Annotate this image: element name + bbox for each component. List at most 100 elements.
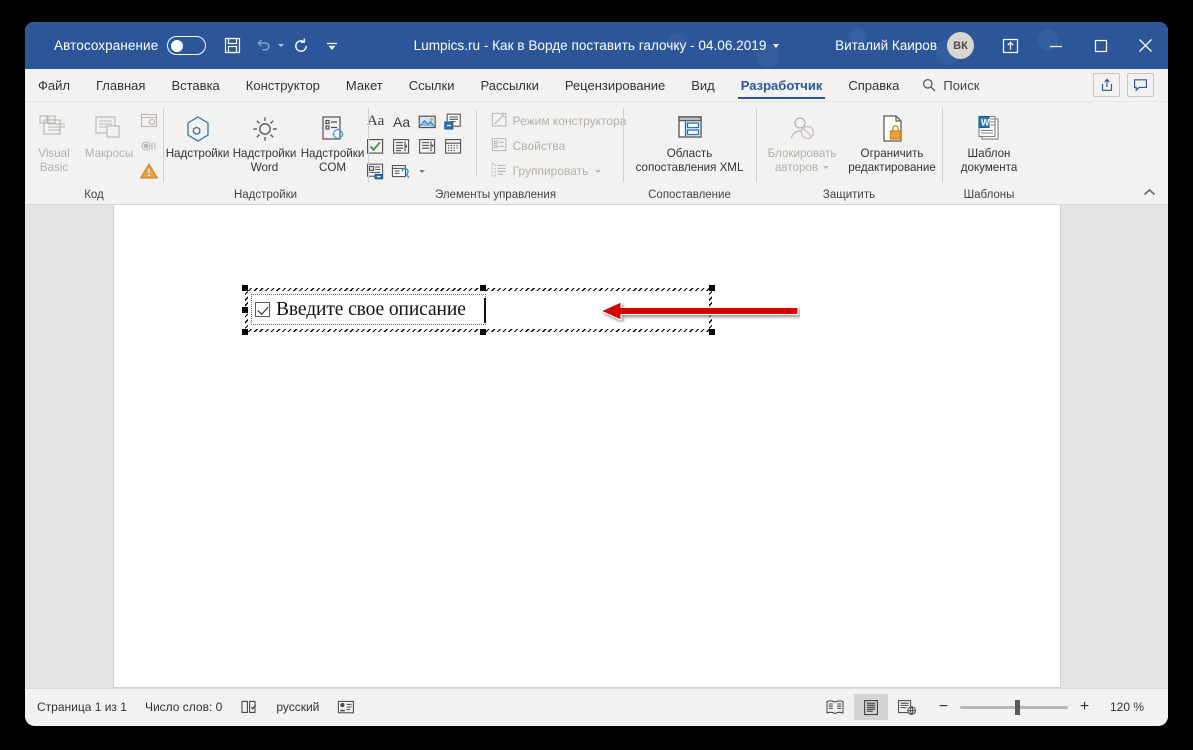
check-box-content-control-icon[interactable] (365, 136, 387, 157)
picture-content-control-icon[interactable] (417, 111, 439, 132)
design-mode-button[interactable]: Режим конструктора (488, 110, 630, 132)
tab-help[interactable]: Справка (835, 69, 912, 101)
legacy-tools-caret[interactable] (418, 170, 425, 173)
handle-top-right[interactable] (709, 285, 715, 291)
tab-references[interactable]: Ссылки (396, 69, 468, 101)
group-button[interactable]: Группировать (488, 160, 630, 182)
properties-button[interactable]: Свойства (488, 135, 630, 157)
collapse-ribbon-icon[interactable] (1140, 184, 1158, 200)
document-title: Lumpics.ru - Как в Ворде поставить галоч… (413, 38, 767, 53)
tab-layout[interactable]: Макет (333, 69, 396, 101)
search-label: Поиск (943, 77, 980, 93)
handle-top-left[interactable] (242, 285, 248, 291)
undo-control[interactable] (249, 32, 285, 60)
com-add-ins-icon (318, 111, 348, 147)
ribbon-group-code: Visual Basic Макросы Код (25, 102, 163, 204)
check-box-content-control[interactable] (255, 302, 270, 317)
red-arrow-annotation (599, 300, 800, 327)
word-count[interactable]: Число слов: 0 (145, 700, 222, 714)
document-template-label-line1: Шаблон (967, 147, 1011, 160)
word-add-ins-label-line1: Надстройки (232, 147, 297, 160)
maximize-icon[interactable] (1078, 22, 1123, 69)
plain-text-content-control-icon[interactable]: Aa (391, 111, 413, 132)
word-add-ins-button[interactable]: Надстройки Word (231, 108, 299, 174)
tab-home[interactable]: Главная (83, 69, 158, 101)
web-layout-icon[interactable] (890, 694, 924, 720)
visual-basic-label-line2: Basic (39, 160, 69, 174)
combo-box-content-control-icon[interactable] (391, 136, 413, 157)
accessibility-checker-icon[interactable] (337, 699, 355, 715)
undo-dropdown-caret[interactable] (278, 44, 285, 47)
print-layout-icon[interactable] (854, 694, 888, 720)
document-canvas[interactable]: Введите свое описание (25, 205, 1168, 688)
search-input[interactable]: Поиск (912, 69, 991, 101)
customize-qat-icon[interactable] (318, 32, 346, 60)
legacy-tools-icon[interactable] (391, 161, 413, 182)
group-icon (491, 162, 508, 181)
building-block-gallery-icon[interactable] (443, 111, 465, 132)
restrict-editing-button[interactable]: Ограничить редактирование (845, 108, 939, 174)
tab-design[interactable]: Конструктор (233, 69, 333, 101)
minimize-icon[interactable] (1033, 22, 1078, 69)
design-mode-icon (491, 112, 508, 131)
handle-mid-inner[interactable] (480, 285, 486, 291)
tab-view[interactable]: Вид (678, 69, 728, 101)
share-icon[interactable] (1093, 73, 1120, 97)
block-authors-caret[interactable] (823, 165, 830, 169)
drop-down-list-content-control-icon[interactable] (417, 136, 439, 157)
user-name: Виталий Каиров (835, 38, 937, 53)
block-authors-button[interactable]: Блокировать авторов (759, 108, 845, 174)
xml-mapping-pane-label-line2: сопоставления XML (635, 160, 744, 174)
visual-basic-button[interactable]: Visual Basic (28, 108, 80, 174)
tab-review[interactable]: Рецензирование (552, 69, 678, 101)
svg-text:W: W (981, 118, 990, 128)
zoom-in-button[interactable]: + (1077, 697, 1092, 717)
controls-side-buttons: Режим конструктора Свойства Группировать (488, 108, 630, 182)
tab-developer[interactable]: Разработчик (728, 69, 836, 101)
page-info[interactable]: Страница 1 из 1 (37, 700, 127, 714)
ribbon-display-options-icon[interactable] (988, 22, 1033, 69)
zoom-level-label[interactable]: 120 % (1110, 700, 1154, 714)
handle-bottom-left[interactable] (242, 329, 248, 335)
title-bar: Автосохранение Lumpics.ru - Как в Ворде … (25, 22, 1168, 69)
zoom-slider-thumb[interactable] (1015, 699, 1020, 715)
word-add-ins-label-line2: Word (250, 160, 279, 174)
redo-icon[interactable] (287, 32, 315, 60)
group-caret[interactable] (595, 169, 602, 173)
autosave-control[interactable]: Автосохранение (54, 36, 207, 55)
add-ins-button[interactable]: Надстройки (165, 108, 231, 161)
handle-mid-left[interactable] (242, 307, 248, 313)
avatar[interactable]: ВК (947, 32, 974, 59)
block-authors-line2-wrap: авторов (775, 161, 830, 175)
close-icon[interactable] (1123, 22, 1168, 69)
date-picker-content-control-icon[interactable] (443, 136, 465, 157)
handle-bottom-right[interactable] (709, 329, 715, 335)
document-page[interactable]: Введите свое описание (113, 205, 1061, 688)
tab-mailings[interactable]: Рассылки (467, 69, 551, 101)
macros-button[interactable]: Макросы (80, 108, 138, 161)
zoom-slider[interactable] (960, 699, 1068, 715)
language-indicator[interactable]: русский (276, 700, 319, 714)
undo-icon[interactable] (249, 32, 277, 60)
ribbon-group-protect: Блокировать авторов Ограничить редактиро… (756, 102, 942, 204)
document-template-button[interactable]: W Шаблон документа (949, 108, 1029, 174)
content-control-text[interactable]: Введите свое описание (276, 299, 466, 321)
xml-mapping-pane-button[interactable]: Область сопоставления XML (630, 108, 750, 174)
read-mode-icon[interactable] (818, 694, 852, 720)
repeating-section-content-control-icon[interactable] (365, 161, 387, 182)
content-control-field[interactable]: Введите свое описание (251, 294, 486, 325)
title-dropdown-caret[interactable] (773, 43, 780, 48)
autosave-toggle[interactable] (167, 36, 207, 55)
comments-icon[interactable] (1127, 73, 1154, 97)
rich-text-content-control-icon[interactable]: Aa (365, 111, 387, 132)
save-icon[interactable] (218, 32, 246, 60)
tab-insert[interactable]: Вставка (158, 69, 232, 101)
content-control-container[interactable]: Введите свое описание (242, 285, 799, 335)
block-authors-label-line1: Блокировать (767, 147, 837, 160)
handle-mid-inner-bottom[interactable] (480, 329, 486, 335)
proofing-errors-icon[interactable] (240, 699, 258, 715)
tab-file[interactable]: Файл (25, 69, 83, 101)
ribbon-group-templates-title: Шаблоны (963, 189, 1015, 201)
zoom-out-button[interactable]: − (936, 697, 951, 717)
macros-icon (92, 111, 126, 147)
